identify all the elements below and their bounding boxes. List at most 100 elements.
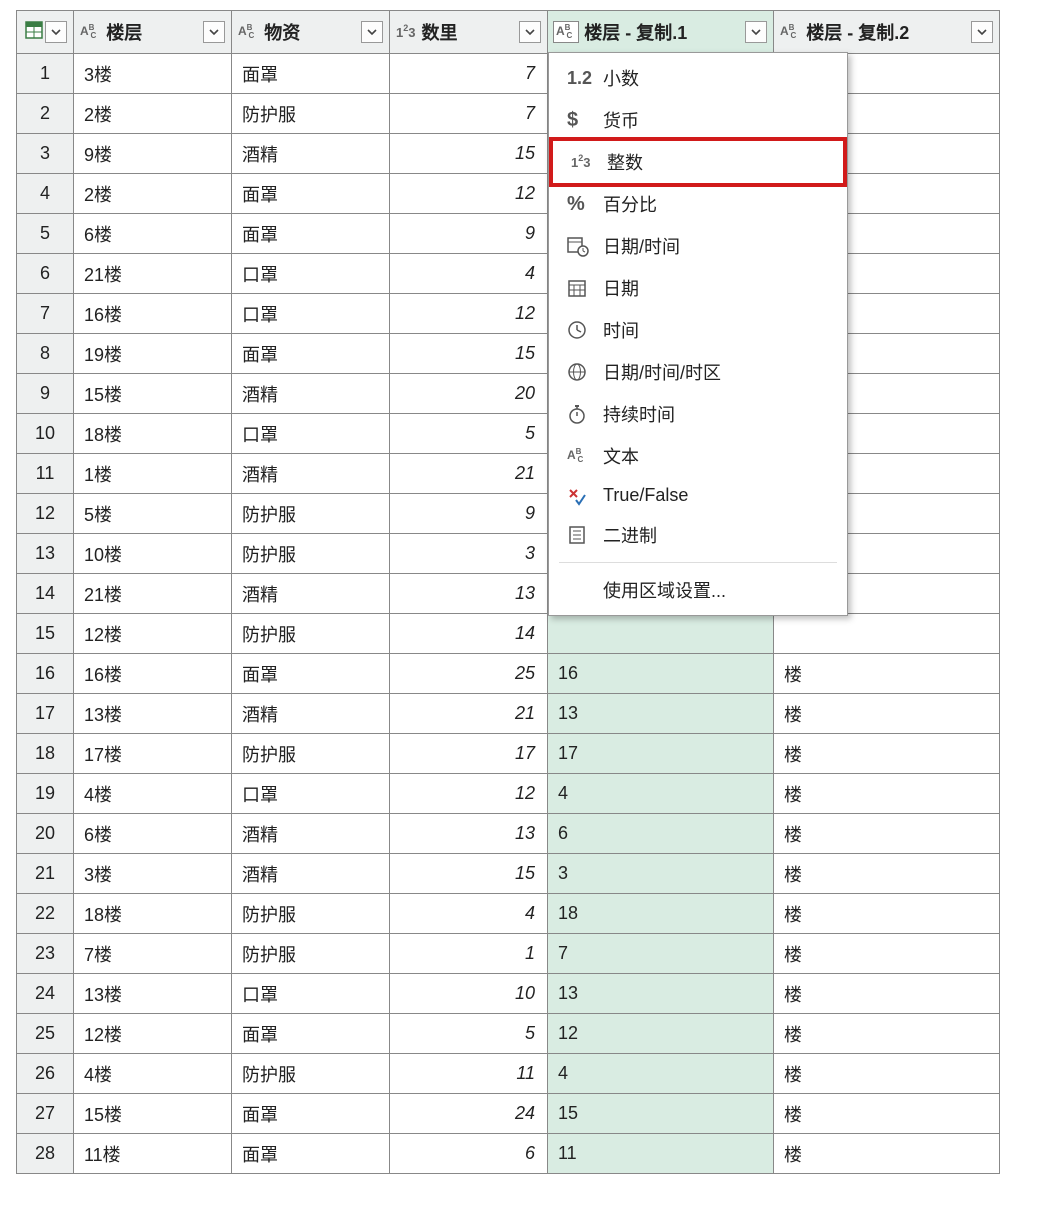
row-number-cell[interactable]: 11	[16, 454, 74, 494]
cell-qty[interactable]: 1	[390, 934, 548, 974]
cell-floor[interactable]: 21楼	[74, 254, 232, 294]
cell-supplies[interactable]: 面罩	[232, 214, 390, 254]
cell-supplies[interactable]: 防护服	[232, 934, 390, 974]
row-number-cell[interactable]: 2	[16, 94, 74, 134]
column-filter-dropdown[interactable]	[519, 21, 541, 43]
cell-floor[interactable]: 9楼	[74, 134, 232, 174]
row-number-cell[interactable]: 6	[16, 254, 74, 294]
cell-qty[interactable]: 15	[390, 334, 548, 374]
cell-qty[interactable]: 3	[390, 534, 548, 574]
row-number-cell[interactable]: 18	[16, 734, 74, 774]
row-number-cell[interactable]: 25	[16, 1014, 74, 1054]
row-number-cell[interactable]: 15	[16, 614, 74, 654]
cell-supplies[interactable]: 防护服	[232, 494, 390, 534]
cell-qty[interactable]: 12	[390, 174, 548, 214]
column-filter-dropdown[interactable]	[971, 21, 993, 43]
cell-floor-copy2[interactable]: 楼	[774, 974, 1000, 1014]
cell-floor-copy1[interactable]: 3	[548, 854, 774, 894]
row-number-cell[interactable]: 22	[16, 894, 74, 934]
cell-supplies[interactable]: 口罩	[232, 774, 390, 814]
cell-floor[interactable]: 17楼	[74, 734, 232, 774]
cell-floor[interactable]: 13楼	[74, 974, 232, 1014]
cell-supplies[interactable]: 防护服	[232, 614, 390, 654]
column-header-qty[interactable]: 123数里	[390, 10, 548, 54]
row-number-cell[interactable]: 23	[16, 934, 74, 974]
type-menu-item-binary[interactable]: 二进制	[549, 514, 847, 556]
cell-supplies[interactable]: 酒精	[232, 574, 390, 614]
cell-floor-copy2[interactable]: 楼	[774, 774, 1000, 814]
cell-supplies[interactable]: 面罩	[232, 174, 390, 214]
cell-supplies[interactable]: 酒精	[232, 134, 390, 174]
cell-qty[interactable]: 20	[390, 374, 548, 414]
cell-floor-copy2[interactable]: 楼	[774, 734, 1000, 774]
cell-supplies[interactable]: 防护服	[232, 534, 390, 574]
type-menu-item-datetimetz[interactable]: 日期/时间/时区	[549, 351, 847, 393]
cell-floor-copy1[interactable]	[548, 614, 774, 654]
cell-supplies[interactable]: 面罩	[232, 334, 390, 374]
row-number-cell[interactable]: 13	[16, 534, 74, 574]
type-menu-item-percent[interactable]: %百分比	[549, 183, 847, 225]
cell-qty[interactable]: 21	[390, 454, 548, 494]
cell-floor[interactable]: 13楼	[74, 694, 232, 734]
cell-floor[interactable]: 6楼	[74, 814, 232, 854]
cell-supplies[interactable]: 口罩	[232, 254, 390, 294]
cell-floor[interactable]: 10楼	[74, 534, 232, 574]
type-menu-item-text[interactable]: ABC文本	[549, 435, 847, 477]
cell-floor[interactable]: 15楼	[74, 1094, 232, 1134]
cell-floor-copy1[interactable]: 13	[548, 974, 774, 1014]
cell-qty[interactable]: 7	[390, 94, 548, 134]
cell-qty[interactable]: 25	[390, 654, 548, 694]
cell-floor[interactable]: 5楼	[74, 494, 232, 534]
row-number-cell[interactable]: 17	[16, 694, 74, 734]
cell-qty[interactable]: 21	[390, 694, 548, 734]
cell-supplies[interactable]: 口罩	[232, 294, 390, 334]
cell-qty[interactable]: 7	[390, 54, 548, 94]
column-filter-dropdown[interactable]	[745, 21, 767, 43]
cell-floor-copy1[interactable]: 7	[548, 934, 774, 974]
cell-supplies[interactable]: 酒精	[232, 454, 390, 494]
cell-qty[interactable]: 11	[390, 1054, 548, 1094]
row-number-cell[interactable]: 9	[16, 374, 74, 414]
row-number-cell[interactable]: 19	[16, 774, 74, 814]
cell-supplies[interactable]: 防护服	[232, 1054, 390, 1094]
column-type-button-qty[interactable]: 123	[396, 25, 415, 40]
column-header-floor[interactable]: ABC楼层	[74, 10, 232, 54]
cell-floor[interactable]: 1楼	[74, 454, 232, 494]
cell-floor-copy2[interactable]: 楼	[774, 654, 1000, 694]
cell-floor[interactable]: 4楼	[74, 1054, 232, 1094]
cell-floor-copy2[interactable]: 楼	[774, 854, 1000, 894]
cell-floor[interactable]: 21楼	[74, 574, 232, 614]
cell-supplies[interactable]: 面罩	[232, 654, 390, 694]
cell-floor-copy2[interactable]: 楼	[774, 814, 1000, 854]
row-number-cell[interactable]: 3	[16, 134, 74, 174]
cell-floor-copy2[interactable]: 楼	[774, 1014, 1000, 1054]
cell-floor[interactable]: 3楼	[74, 854, 232, 894]
cell-supplies[interactable]: 面罩	[232, 54, 390, 94]
row-number-cell[interactable]: 1	[16, 54, 74, 94]
cell-qty[interactable]: 5	[390, 414, 548, 454]
cell-floor-copy1[interactable]: 4	[548, 774, 774, 814]
type-menu-item-decimal[interactable]: 1.2小数	[549, 57, 847, 99]
cell-floor-copy1[interactable]: 16	[548, 654, 774, 694]
cell-floor[interactable]: 2楼	[74, 174, 232, 214]
cell-qty[interactable]: 9	[390, 494, 548, 534]
type-menu-item-bool[interactable]: True/False	[549, 477, 847, 514]
cell-floor[interactable]: 12楼	[74, 614, 232, 654]
cell-qty[interactable]: 6	[390, 1134, 548, 1174]
cell-floor-copy1[interactable]: 15	[548, 1094, 774, 1134]
column-header-floor_c2[interactable]: ABC楼层 - 复制.2	[774, 10, 1000, 54]
cell-floor-copy2[interactable]: 楼	[774, 934, 1000, 974]
cell-supplies[interactable]: 酒精	[232, 374, 390, 414]
cell-supplies[interactable]: 防护服	[232, 94, 390, 134]
row-number-cell[interactable]: 21	[16, 854, 74, 894]
type-menu-item-duration[interactable]: 持续时间	[549, 393, 847, 435]
cell-floor[interactable]: 2楼	[74, 94, 232, 134]
row-number-cell[interactable]: 28	[16, 1134, 74, 1174]
cell-floor-copy2[interactable]: 楼	[774, 894, 1000, 934]
row-number-cell[interactable]: 24	[16, 974, 74, 1014]
cell-floor-copy2[interactable]: 楼	[774, 1094, 1000, 1134]
column-type-button-floor_c1[interactable]: ABC	[554, 22, 578, 42]
cell-floor[interactable]: 4楼	[74, 774, 232, 814]
column-type-button-supplies[interactable]: ABC	[238, 23, 258, 41]
cell-floor[interactable]: 16楼	[74, 654, 232, 694]
